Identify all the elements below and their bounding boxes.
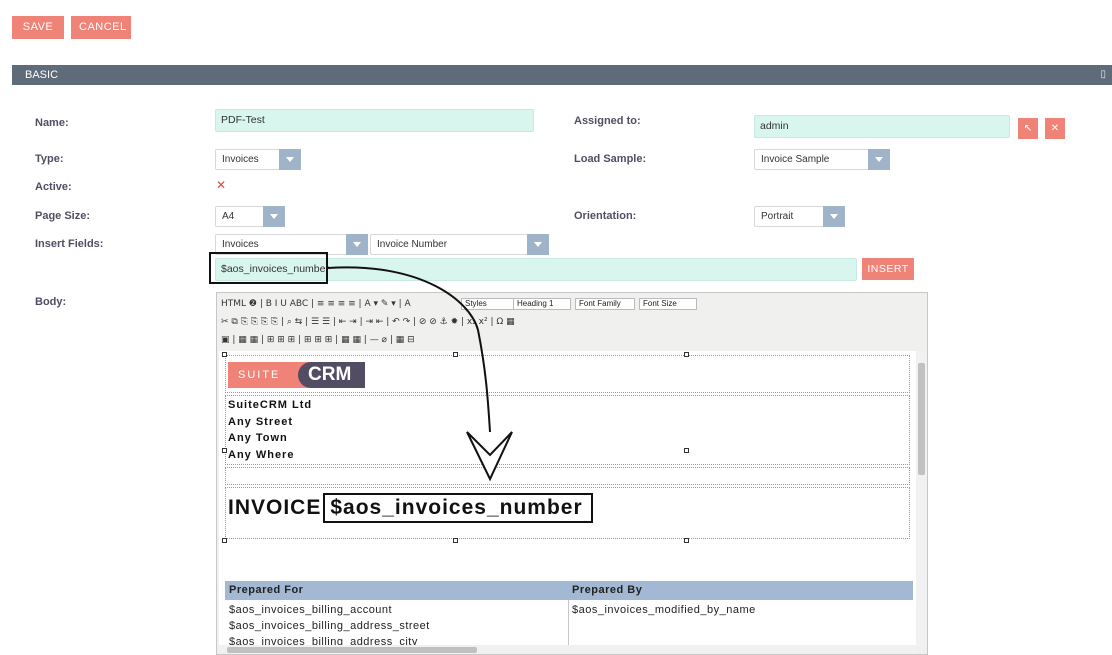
annotation-arrow: [327, 266, 513, 482]
